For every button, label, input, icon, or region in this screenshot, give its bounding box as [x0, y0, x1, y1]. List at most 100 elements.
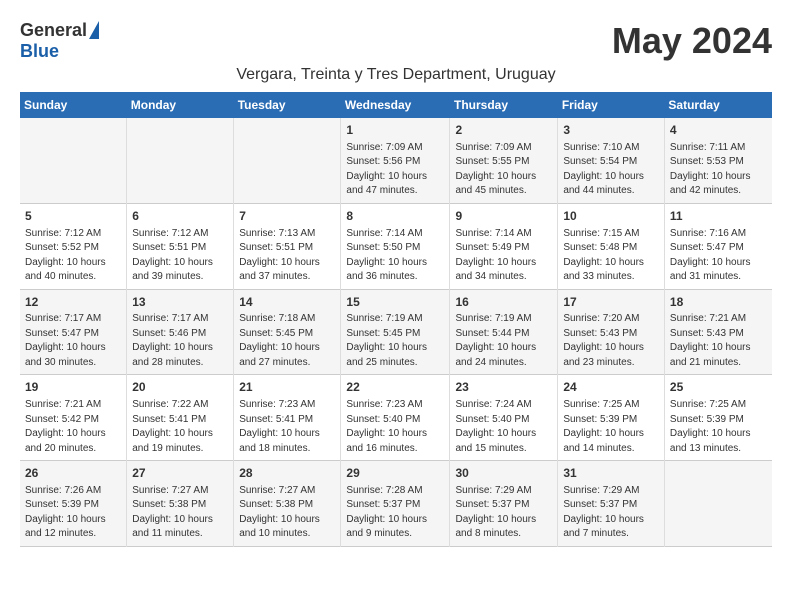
day-cell: 18Sunrise: 7:21 AMSunset: 5:43 PMDayligh…	[664, 289, 772, 375]
day-info: Sunset: 5:56 PM	[346, 155, 444, 170]
day-info: Sunrise: 7:29 AM	[455, 484, 552, 499]
day-number: 19	[25, 379, 121, 396]
day-info: Sunset: 5:37 PM	[346, 498, 444, 513]
day-info: Sunrise: 7:09 AM	[455, 141, 552, 156]
day-info: Sunrise: 7:16 AM	[670, 227, 767, 242]
day-info: Sunset: 5:44 PM	[455, 327, 552, 342]
day-info: Sunset: 5:41 PM	[132, 413, 228, 428]
day-info: Sunset: 5:43 PM	[670, 327, 767, 342]
day-number: 22	[346, 379, 444, 396]
day-info: Daylight: 10 hours and 30 minutes.	[25, 341, 121, 370]
day-cell: 1Sunrise: 7:09 AMSunset: 5:56 PMDaylight…	[341, 118, 450, 203]
day-cell: 26Sunrise: 7:26 AMSunset: 5:39 PMDayligh…	[20, 461, 127, 547]
day-cell: 19Sunrise: 7:21 AMSunset: 5:42 PMDayligh…	[20, 375, 127, 461]
day-info: Daylight: 10 hours and 23 minutes.	[563, 341, 659, 370]
day-number: 8	[346, 208, 444, 225]
day-info: Daylight: 10 hours and 42 minutes.	[670, 170, 767, 199]
day-cell: 27Sunrise: 7:27 AMSunset: 5:38 PMDayligh…	[127, 461, 234, 547]
day-cell: 23 Sunrise: 7:24 AMSunset: 5:40 PMDayligh…	[450, 375, 558, 461]
month-title: May 2024	[612, 20, 772, 62]
day-info: Sunrise: 7:24 AM	[455, 398, 552, 413]
day-info: Daylight: 10 hours and 24 minutes.	[455, 341, 552, 370]
logo-triangle-icon	[89, 21, 99, 39]
day-cell: 6Sunrise: 7:12 AMSunset: 5:51 PMDaylight…	[127, 203, 234, 289]
day-info: Daylight: 10 hours and 36 minutes.	[346, 256, 444, 285]
day-info: Daylight: 10 hours and 13 minutes.	[670, 427, 767, 456]
day-info: Daylight: 10 hours and 21 minutes.	[670, 341, 767, 370]
day-info: Sunrise: 7:15 AM	[563, 227, 659, 242]
header-monday: Monday	[127, 92, 234, 118]
day-number: 3	[563, 122, 659, 139]
day-cell	[20, 118, 127, 203]
day-info: Sunrise: 7:14 AM	[346, 227, 444, 242]
day-number: 5	[25, 208, 121, 225]
day-info: Sunrise: 7:09 AM	[346, 141, 444, 156]
day-info: Sunset: 5:37 PM	[455, 498, 552, 513]
day-info: Daylight: 10 hours and 33 minutes.	[563, 256, 659, 285]
day-info: Sunset: 5:49 PM	[455, 241, 552, 256]
day-cell: 8 Sunrise: 7:14 AMSunset: 5:50 PMDaylight…	[341, 203, 450, 289]
day-info: Sunset: 5:37 PM	[563, 498, 659, 513]
day-number: 10	[563, 208, 659, 225]
day-info: Daylight: 10 hours and 18 minutes.	[239, 427, 335, 456]
header-tuesday: Tuesday	[234, 92, 341, 118]
day-number: 25	[670, 379, 767, 396]
day-info: Sunset: 5:53 PM	[670, 155, 767, 170]
day-info: Sunset: 5:39 PM	[670, 413, 767, 428]
day-info: Sunset: 5:40 PM	[455, 413, 552, 428]
day-cell: 31Sunrise: 7:29 AMSunset: 5:37 PMDayligh…	[558, 461, 665, 547]
day-number: 6	[132, 208, 228, 225]
day-info: Daylight: 10 hours and 28 minutes.	[132, 341, 228, 370]
day-info: Sunset: 5:54 PM	[563, 155, 659, 170]
header-thursday: Thursday	[450, 92, 558, 118]
day-info: Daylight: 10 hours and 15 minutes.	[455, 427, 552, 456]
day-info: Sunrise: 7:12 AM	[25, 227, 121, 242]
logo-blue: Blue	[20, 41, 59, 62]
day-info: Sunset: 5:55 PM	[455, 155, 552, 170]
week-row-1: 1Sunrise: 7:09 AMSunset: 5:56 PMDaylight…	[20, 118, 772, 203]
day-cell: 17Sunrise: 7:20 AMSunset: 5:43 PMDayligh…	[558, 289, 665, 375]
day-number: 23	[455, 379, 552, 396]
day-number: 11	[670, 208, 767, 225]
day-info: Daylight: 10 hours and 9 minutes.	[346, 513, 444, 542]
location-title: Vergara, Treinta y Tres Department, Urug…	[20, 66, 772, 84]
week-row-5: 26Sunrise: 7:26 AMSunset: 5:39 PMDayligh…	[20, 461, 772, 547]
day-info: Sunrise: 7:27 AM	[239, 484, 335, 499]
header-friday: Friday	[558, 92, 665, 118]
day-info: Sunset: 5:48 PM	[563, 241, 659, 256]
day-info: Sunrise: 7:17 AM	[25, 312, 121, 327]
day-info: Sunrise: 7:25 AM	[670, 398, 767, 413]
day-info: Sunset: 5:50 PM	[346, 241, 444, 256]
day-info: Sunrise: 7:21 AM	[670, 312, 767, 327]
day-info: Daylight: 10 hours and 37 minutes.	[239, 256, 335, 285]
day-cell	[664, 461, 772, 547]
day-number: 14	[239, 294, 335, 311]
day-info: Daylight: 10 hours and 20 minutes.	[25, 427, 121, 456]
day-number: 12	[25, 294, 121, 311]
day-cell: 16Sunrise: 7:19 AMSunset: 5:44 PMDayligh…	[450, 289, 558, 375]
day-number: 28	[239, 465, 335, 482]
day-info: Sunset: 5:38 PM	[132, 498, 228, 513]
day-number: 20	[132, 379, 228, 396]
day-number: 9	[455, 208, 552, 225]
day-info: Sunrise: 7:13 AM	[239, 227, 335, 242]
day-number: 13	[132, 294, 228, 311]
day-info: Sunset: 5:41 PM	[239, 413, 335, 428]
day-info: Sunset: 5:42 PM	[25, 413, 121, 428]
day-info: Sunset: 5:40 PM	[346, 413, 444, 428]
day-cell: 10 Sunrise: 7:15 AMSunset: 5:48 PMDayligh…	[558, 203, 665, 289]
day-cell: 2Sunrise: 7:09 AMSunset: 5:55 PMDaylight…	[450, 118, 558, 203]
day-cell: 3Sunrise: 7:10 AMSunset: 5:54 PMDaylight…	[558, 118, 665, 203]
day-info: Daylight: 10 hours and 25 minutes.	[346, 341, 444, 370]
day-number: 18	[670, 294, 767, 311]
day-number: 21	[239, 379, 335, 396]
header-sunday: Sunday	[20, 92, 127, 118]
day-info: Sunrise: 7:25 AM	[563, 398, 659, 413]
day-info: Sunrise: 7:23 AM	[239, 398, 335, 413]
day-number: 17	[563, 294, 659, 311]
day-info: Daylight: 10 hours and 11 minutes.	[132, 513, 228, 542]
day-number: 7	[239, 208, 335, 225]
day-info: Sunrise: 7:29 AM	[563, 484, 659, 499]
day-info: Sunset: 5:51 PM	[132, 241, 228, 256]
day-info: Daylight: 10 hours and 8 minutes.	[455, 513, 552, 542]
